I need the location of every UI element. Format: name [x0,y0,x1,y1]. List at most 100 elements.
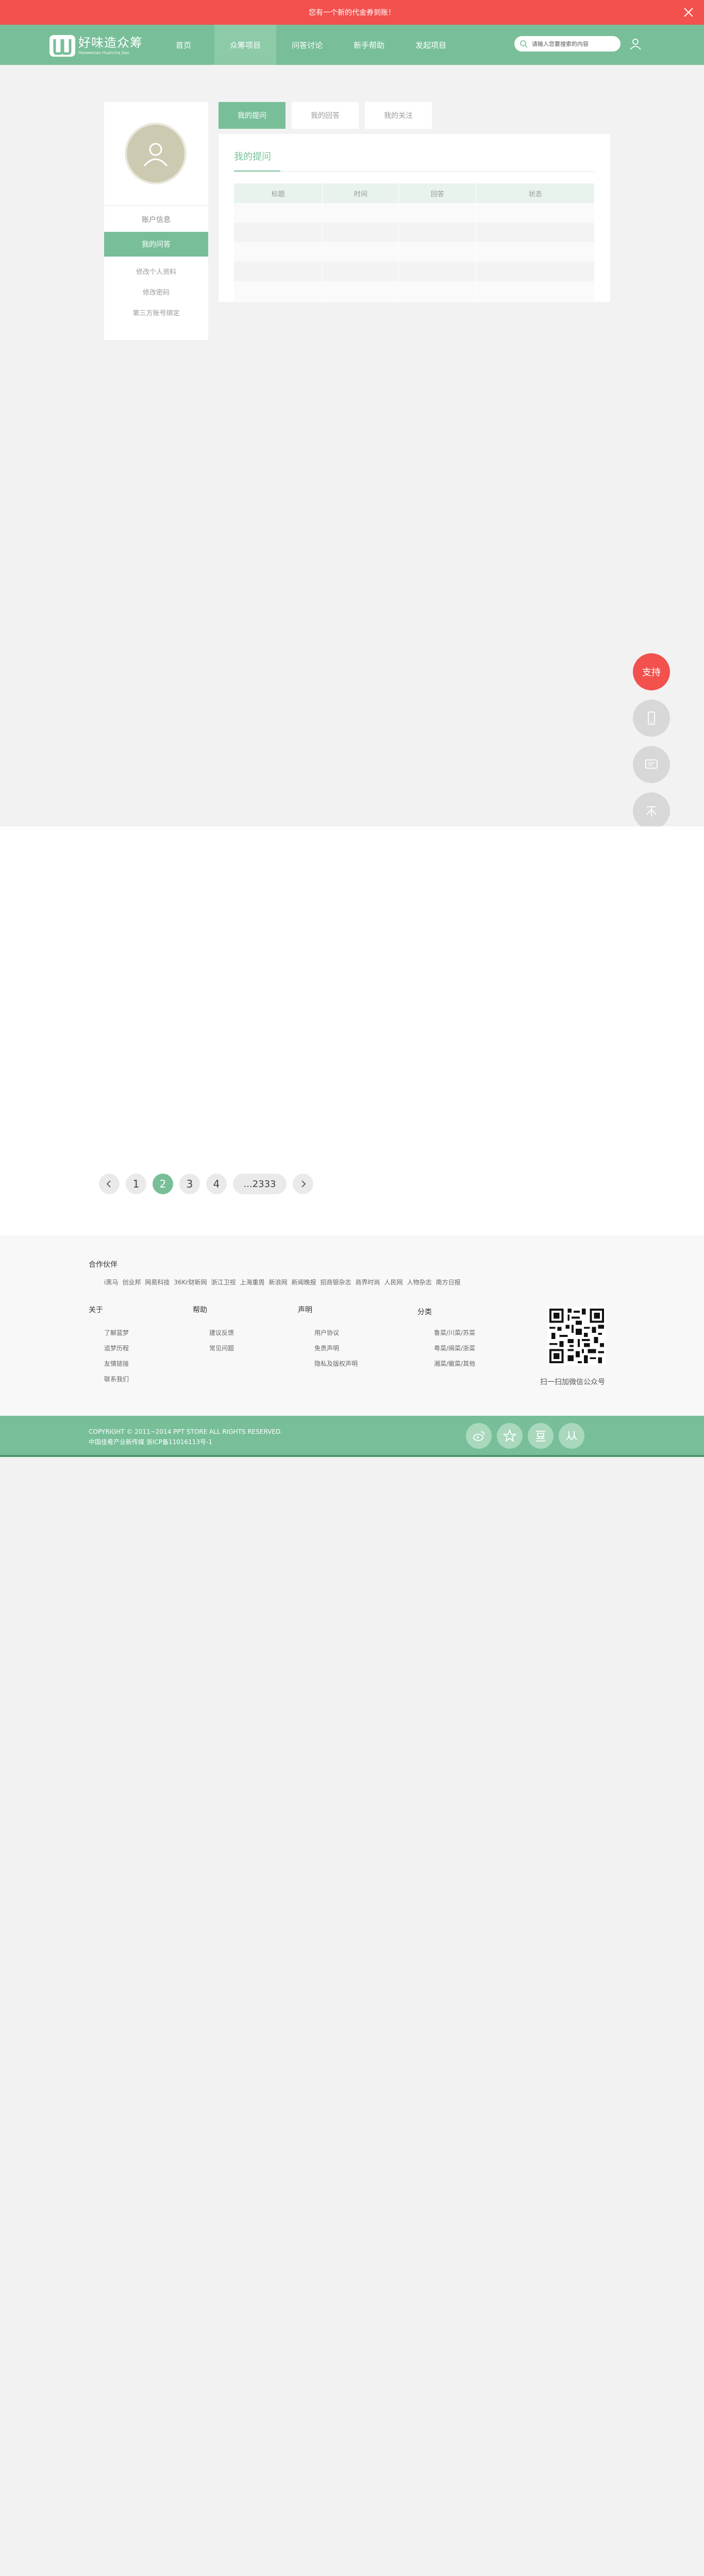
partner-link[interactable]: 网易科技 [145,1278,170,1286]
douban-button[interactable] [528,1423,554,1449]
partner-link[interactable]: i黑马 [104,1278,118,1286]
table-row [234,242,595,262]
footer-statement-title: 声明 [298,1306,312,1314]
page-button[interactable]: 3 [179,1174,200,1194]
footer-bottom-bar: COPYRIGHT © 2011~2014 PPT STORE ALL RIGH… [0,1416,704,1457]
nav-item-launch[interactable]: 发起项目 [400,25,462,65]
partner-link[interactable]: 创业邦 [122,1278,141,1286]
nav-item-projects[interactable]: 众筹项目 [214,25,276,65]
questions-panel: 我的提问 标题 时间 回答 状态 [219,134,610,302]
table-row [234,262,595,281]
partner-link[interactable]: 浙江卫视 [211,1278,236,1286]
column-header-status: 状态 [476,183,595,203]
partner-link[interactable]: 南方日报 [436,1278,461,1286]
user-icon[interactable] [629,37,642,50]
mobile-button[interactable] [633,700,670,737]
footer-link[interactable]: 了解蓝梦 [104,1328,129,1337]
tab-my-answers[interactable]: 我的回答 [292,102,359,129]
renren-icon [566,1431,577,1440]
footer-link[interactable]: 粤菜/闽菜/浙菜 [434,1344,475,1352]
sidebar-item-account-info[interactable]: 账户信息 [104,207,208,232]
icp-text: 中国佳肴产业新传媒 浙ICP备11016113号-1 [89,1438,213,1446]
promo-text: 您有一个新的代金券到账！ [309,9,395,17]
table-row [234,281,595,301]
table-header-row: 标题 时间 回答 状态 [234,183,595,203]
questions-table: 标题 时间 回答 状态 [234,183,595,301]
partner-link[interactable]: 上海重周 [240,1278,264,1286]
footer-link[interactable]: 建议反馈 [209,1328,234,1337]
partner-link[interactable]: 新浪网 [269,1278,287,1286]
column-header-answers: 回答 [398,183,477,203]
footer: 合作伙伴 i黑马 创业邦 网易科技 36Kr财新网 浙江卫视 上海重周 新浪网 … [0,1235,704,1416]
logo[interactable]: 好味造众筹 Haoweizao Huancha Jiao [49,34,143,58]
panel-title-underline [234,171,280,172]
brand-name: 好味造众筹 [78,36,143,50]
back-to-top-icon [646,806,657,817]
brand-subtitle: Haoweizao Huancha Jiao [78,50,129,55]
tab-my-follows[interactable]: 我的关注 [365,102,432,129]
favorite-button[interactable] [497,1423,523,1449]
table-row [234,223,595,242]
page-button[interactable]: 4 [206,1174,227,1194]
message-icon [645,759,658,769]
nav-menu: 首页 众筹项目 问答讨论 新手帮助 发起项目 [153,25,462,65]
partner-link[interactable]: 商界时尚 [356,1278,380,1286]
prev-page-button[interactable] [99,1174,120,1194]
footer-about-title: 关于 [89,1306,103,1314]
next-page-button[interactable] [293,1174,313,1194]
page-button-current[interactable]: 2 [153,1174,173,1194]
column-header-title: 标题 [234,183,323,203]
footer-link[interactable]: 鲁菜/川菜/苏菜 [434,1328,475,1337]
footer-link[interactable]: 用户协议 [314,1328,339,1337]
partner-link[interactable]: 招商银杂志 [321,1278,351,1286]
back-to-top-button[interactable] [633,792,670,829]
copyright-text: COPYRIGHT © 2011~2014 PPT STORE ALL RIGH… [89,1428,282,1435]
weibo-button[interactable] [466,1423,492,1449]
nav-item-qa[interactable]: 问答讨论 [276,25,338,65]
top-navigation: 好味造众筹 Haoweizao Huancha Jiao 首页 众筹项目 问答讨… [0,25,704,65]
footer-link[interactable]: 联系我们 [104,1375,129,1383]
footer-category-title: 分类 [417,1308,432,1316]
sidebar-subitem-change-password[interactable]: 修改密码 [104,282,208,301]
panel-divider [234,171,595,172]
footer-link[interactable]: 免责声明 [314,1344,339,1352]
footer-link[interactable]: 友情链接 [104,1359,129,1368]
chevron-left-icon [106,1180,111,1188]
close-icon[interactable] [682,6,695,19]
account-sidebar: 账户信息 我的问答 修改个人资料 修改密码 第三方账号绑定 [104,102,208,340]
footer-link[interactable]: 常见问题 [209,1344,234,1352]
partner-link[interactable]: 人物杂志 [407,1278,432,1286]
partner-link[interactable]: 人民网 [384,1278,403,1286]
pagination: 1 2 3 4 ...2333 [99,1173,320,1195]
partner-link[interactable]: 36Kr财新网 [174,1278,207,1286]
panel-title: 我的提问 [234,151,271,162]
weibo-icon [473,1431,484,1441]
mobile-icon [648,711,655,725]
footer-link[interactable]: 湘菜/徽菜/其他 [434,1359,475,1368]
table-row [234,203,595,223]
renren-button[interactable] [559,1423,584,1449]
search-icon[interactable] [519,40,528,48]
footer-link[interactable]: 追梦历程 [104,1344,129,1352]
footer-link[interactable]: 隐私及版权声明 [314,1359,358,1368]
search-input[interactable] [532,40,619,47]
tab-my-questions[interactable]: 我的提问 [219,102,286,129]
sidebar-subitem-edit-profile[interactable]: 修改个人资料 [104,262,208,280]
page-button-last[interactable]: ...2333 [233,1174,287,1194]
partners-title: 合作伙伴 [89,1261,118,1269]
qr-caption: 扫一扫加微信公众号 [540,1378,605,1386]
partner-link[interactable]: 新闻晚报 [292,1278,316,1286]
sidebar-divider [104,205,208,206]
nav-item-help[interactable]: 新手帮助 [338,25,400,65]
footer-help-title: 帮助 [193,1306,207,1314]
column-header-time: 时间 [322,183,399,203]
nav-item-home[interactable]: 首页 [153,25,214,65]
support-button[interactable]: 支持 [633,653,670,690]
sidebar-subitem-bind-accounts[interactable]: 第三方账号绑定 [104,303,208,321]
page-button[interactable]: 1 [126,1174,146,1194]
qa-tabs: 我的提问 我的回答 我的关注 [219,102,438,129]
sidebar-item-my-qa[interactable]: 我的问答 [104,232,208,257]
promo-banner: 您有一个新的代金券到账！ [0,0,704,25]
message-button[interactable] [633,746,670,783]
logo-icon [49,35,75,57]
